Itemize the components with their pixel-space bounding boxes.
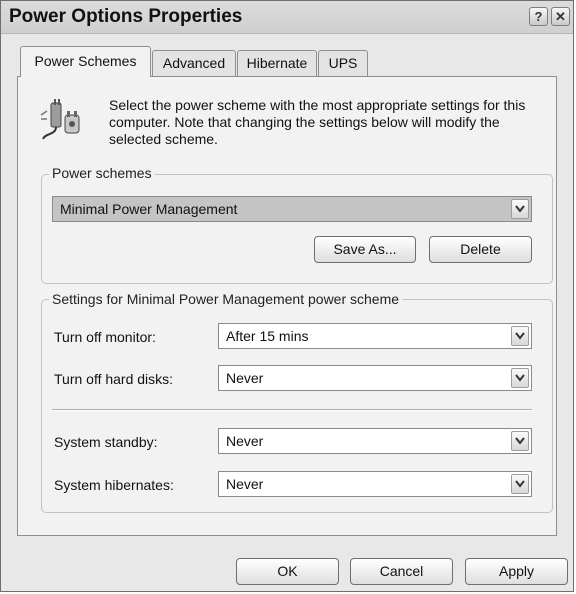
- power-options-window: Power Options Properties ? ✕ Power Schem…: [0, 0, 574, 592]
- power-schemes-legend: Power schemes: [49, 165, 155, 181]
- tab-power-schemes[interactable]: Power Schemes: [20, 46, 151, 77]
- system-standby-label: System standby:: [54, 434, 158, 450]
- tab-label: Power Schemes: [34, 53, 137, 69]
- system-hibernates-label: System hibernates:: [54, 477, 174, 493]
- tab-hibernate[interactable]: Hibernate: [237, 50, 317, 76]
- help-button[interactable]: ?: [529, 7, 548, 26]
- chevron-down-icon[interactable]: [511, 474, 529, 494]
- title-bar[interactable]: Power Options Properties ? ✕: [1, 1, 573, 34]
- tab-advanced[interactable]: Advanced: [152, 50, 236, 76]
- tab-ups[interactable]: UPS: [318, 50, 368, 76]
- cancel-button[interactable]: Cancel: [350, 558, 453, 585]
- save-as-button[interactable]: Save As...: [314, 236, 416, 263]
- turn-off-hard-disks-label: Turn off hard disks:: [54, 371, 174, 387]
- turn-off-hard-disks-select[interactable]: Never: [218, 365, 532, 391]
- power-scheme-select[interactable]: Minimal Power Management: [52, 196, 532, 222]
- system-hibernates-select[interactable]: Never: [218, 471, 532, 497]
- chevron-down-icon[interactable]: [511, 199, 529, 219]
- system-hibernates-value: Never: [226, 476, 264, 492]
- turn-off-monitor-value: After 15 mins: [226, 328, 309, 344]
- chevron-down-icon[interactable]: [511, 326, 529, 346]
- scheme-settings-legend: Settings for Minimal Power Management po…: [49, 291, 403, 307]
- tab-label: UPS: [328, 55, 358, 71]
- ok-button[interactable]: OK: [236, 558, 339, 585]
- settings-divider: [52, 409, 532, 411]
- power-schemes-group: [41, 174, 553, 284]
- chevron-down-icon[interactable]: [511, 431, 529, 451]
- tab-label: Hibernate: [246, 55, 308, 71]
- system-standby-select[interactable]: Never: [218, 428, 532, 454]
- power-plug-icon: [37, 97, 87, 141]
- intro-text: Select the power scheme with the most ap…: [109, 97, 526, 147]
- delete-button[interactable]: Delete: [429, 236, 532, 263]
- window-title: Power Options Properties: [9, 6, 243, 27]
- chevron-down-icon[interactable]: [511, 368, 529, 388]
- turn-off-monitor-select[interactable]: After 15 mins: [218, 323, 532, 349]
- system-standby-value: Never: [226, 433, 264, 449]
- tab-label: Advanced: [162, 55, 226, 71]
- turn-off-hard-disks-value: Never: [226, 370, 264, 386]
- apply-button[interactable]: Apply: [465, 558, 568, 585]
- turn-off-monitor-label: Turn off monitor:: [54, 329, 156, 345]
- power-scheme-value: Minimal Power Management: [60, 201, 238, 217]
- close-button[interactable]: ✕: [551, 7, 570, 26]
